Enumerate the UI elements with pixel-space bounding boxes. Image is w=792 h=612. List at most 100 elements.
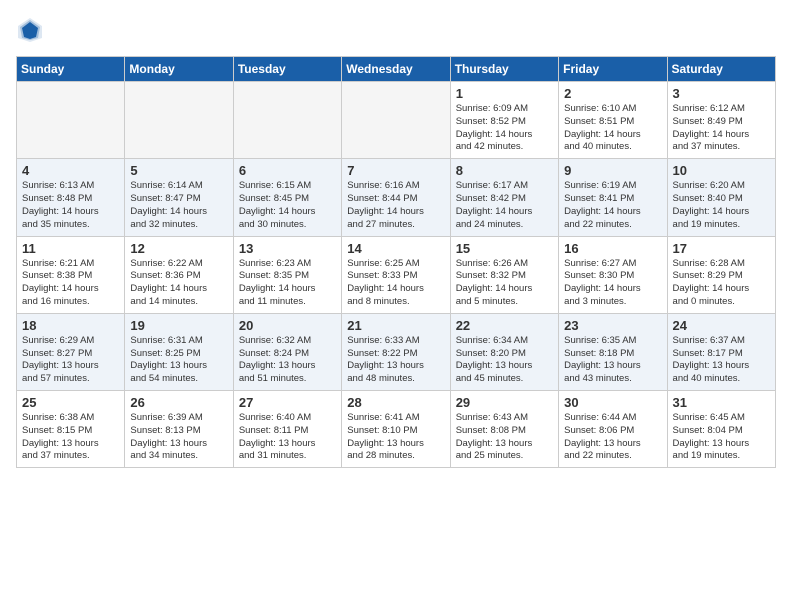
weekday-header-wednesday: Wednesday	[342, 57, 450, 82]
day-number: 29	[456, 395, 553, 410]
calendar-cell: 5 Sunrise: 6:14 AM Sunset: 8:47 PM Daylig…	[125, 159, 233, 236]
day-info: Sunrise: 6:10 AM Sunset: 8:51 PM Dayligh…	[564, 103, 661, 154]
day-info: Sunrise: 6:35 AM Sunset: 8:18 PM Dayligh…	[564, 335, 661, 386]
calendar-cell: 22 Sunrise: 6:34 AM Sunset: 8:20 PM Dayli…	[450, 313, 558, 390]
day-info: Sunrise: 6:13 AM Sunset: 8:48 PM Dayligh…	[22, 180, 119, 231]
day-number: 21	[347, 318, 444, 333]
calendar-cell: 6 Sunrise: 6:15 AM Sunset: 8:45 PM Daylig…	[233, 159, 341, 236]
day-number: 6	[239, 163, 336, 178]
calendar-cell: 25 Sunrise: 6:38 AM Sunset: 8:15 PM Dayli…	[17, 391, 125, 468]
calendar-cell: 9 Sunrise: 6:19 AM Sunset: 8:41 PM Daylig…	[559, 159, 667, 236]
day-info: Sunrise: 6:34 AM Sunset: 8:20 PM Dayligh…	[456, 335, 553, 386]
calendar-cell: 1Sunrise: 6:09 AM Sunset: 8:52 PM Daylig…	[450, 82, 558, 159]
calendar-week-row: 1Sunrise: 6:09 AM Sunset: 8:52 PM Daylig…	[17, 82, 776, 159]
calendar-cell: 2Sunrise: 6:10 AM Sunset: 8:51 PM Daylig…	[559, 82, 667, 159]
day-number: 8	[456, 163, 553, 178]
day-info: Sunrise: 6:22 AM Sunset: 8:36 PM Dayligh…	[130, 258, 227, 309]
day-number: 17	[673, 241, 770, 256]
day-info: Sunrise: 6:43 AM Sunset: 8:08 PM Dayligh…	[456, 412, 553, 463]
calendar-cell: 21 Sunrise: 6:33 AM Sunset: 8:22 PM Dayli…	[342, 313, 450, 390]
calendar-cell: 13 Sunrise: 6:23 AM Sunset: 8:35 PM Dayli…	[233, 236, 341, 313]
calendar-cell	[233, 82, 341, 159]
day-number: 9	[564, 163, 661, 178]
calendar-cell: 19 Sunrise: 6:31 AM Sunset: 8:25 PM Dayli…	[125, 313, 233, 390]
day-info: Sunrise: 6:21 AM Sunset: 8:38 PM Dayligh…	[22, 258, 119, 309]
day-info: Sunrise: 6:09 AM Sunset: 8:52 PM Dayligh…	[456, 103, 553, 154]
weekday-header-saturday: Saturday	[667, 57, 775, 82]
weekday-header-tuesday: Tuesday	[233, 57, 341, 82]
day-number: 19	[130, 318, 227, 333]
calendar-cell: 31 Sunrise: 6:45 AM Sunset: 8:04 PM Dayli…	[667, 391, 775, 468]
day-number: 26	[130, 395, 227, 410]
calendar-cell: 20 Sunrise: 6:32 AM Sunset: 8:24 PM Dayli…	[233, 313, 341, 390]
day-info: Sunrise: 6:29 AM Sunset: 8:27 PM Dayligh…	[22, 335, 119, 386]
calendar-week-row: 25 Sunrise: 6:38 AM Sunset: 8:15 PM Dayli…	[17, 391, 776, 468]
calendar-week-row: 11 Sunrise: 6:21 AM Sunset: 8:38 PM Dayli…	[17, 236, 776, 313]
day-info: Sunrise: 6:16 AM Sunset: 8:44 PM Dayligh…	[347, 180, 444, 231]
calendar: SundayMondayTuesdayWednesdayThursdayFrid…	[16, 56, 776, 468]
day-number: 13	[239, 241, 336, 256]
day-number: 20	[239, 318, 336, 333]
calendar-cell: 28 Sunrise: 6:41 AM Sunset: 8:10 PM Dayli…	[342, 391, 450, 468]
calendar-cell: 23Sunrise: 6:35 AM Sunset: 8:18 PM Dayli…	[559, 313, 667, 390]
calendar-cell: 29 Sunrise: 6:43 AM Sunset: 8:08 PM Dayli…	[450, 391, 558, 468]
day-info: Sunrise: 6:27 AM Sunset: 8:30 PM Dayligh…	[564, 258, 661, 309]
day-number: 5	[130, 163, 227, 178]
day-info: Sunrise: 6:41 AM Sunset: 8:10 PM Dayligh…	[347, 412, 444, 463]
logo	[16, 16, 48, 44]
calendar-cell: 11 Sunrise: 6:21 AM Sunset: 8:38 PM Dayli…	[17, 236, 125, 313]
calendar-cell: 30Sunrise: 6:44 AM Sunset: 8:06 PM Dayli…	[559, 391, 667, 468]
calendar-cell: 17 Sunrise: 6:28 AM Sunset: 8:29 PM Dayli…	[667, 236, 775, 313]
day-number: 30	[564, 395, 661, 410]
day-number: 24	[673, 318, 770, 333]
day-number: 18	[22, 318, 119, 333]
day-number: 16	[564, 241, 661, 256]
calendar-week-row: 4 Sunrise: 6:13 AM Sunset: 8:48 PM Daylig…	[17, 159, 776, 236]
day-info: Sunrise: 6:20 AM Sunset: 8:40 PM Dayligh…	[673, 180, 770, 231]
day-number: 4	[22, 163, 119, 178]
day-info: Sunrise: 6:14 AM Sunset: 8:47 PM Dayligh…	[130, 180, 227, 231]
logo-icon	[16, 16, 44, 44]
calendar-cell: 16 Sunrise: 6:27 AM Sunset: 8:30 PM Dayli…	[559, 236, 667, 313]
calendar-cell: 8Sunrise: 6:17 AM Sunset: 8:42 PM Daylig…	[450, 159, 558, 236]
day-number: 28	[347, 395, 444, 410]
calendar-cell: 24Sunrise: 6:37 AM Sunset: 8:17 PM Dayli…	[667, 313, 775, 390]
weekday-header-sunday: Sunday	[17, 57, 125, 82]
day-info: Sunrise: 6:32 AM Sunset: 8:24 PM Dayligh…	[239, 335, 336, 386]
day-number: 15	[456, 241, 553, 256]
weekday-header-friday: Friday	[559, 57, 667, 82]
day-info: Sunrise: 6:26 AM Sunset: 8:32 PM Dayligh…	[456, 258, 553, 309]
day-info: Sunrise: 6:45 AM Sunset: 8:04 PM Dayligh…	[673, 412, 770, 463]
day-number: 25	[22, 395, 119, 410]
weekday-header-monday: Monday	[125, 57, 233, 82]
calendar-cell: 27 Sunrise: 6:40 AM Sunset: 8:11 PM Dayli…	[233, 391, 341, 468]
day-number: 12	[130, 241, 227, 256]
calendar-cell: 26 Sunrise: 6:39 AM Sunset: 8:13 PM Dayli…	[125, 391, 233, 468]
calendar-cell: 3Sunrise: 6:12 AM Sunset: 8:49 PM Daylig…	[667, 82, 775, 159]
day-info: Sunrise: 6:25 AM Sunset: 8:33 PM Dayligh…	[347, 258, 444, 309]
day-info: Sunrise: 6:39 AM Sunset: 8:13 PM Dayligh…	[130, 412, 227, 463]
calendar-cell	[17, 82, 125, 159]
day-info: Sunrise: 6:33 AM Sunset: 8:22 PM Dayligh…	[347, 335, 444, 386]
day-info: Sunrise: 6:15 AM Sunset: 8:45 PM Dayligh…	[239, 180, 336, 231]
day-info: Sunrise: 6:38 AM Sunset: 8:15 PM Dayligh…	[22, 412, 119, 463]
day-number: 27	[239, 395, 336, 410]
calendar-cell: 18 Sunrise: 6:29 AM Sunset: 8:27 PM Dayli…	[17, 313, 125, 390]
weekday-header-thursday: Thursday	[450, 57, 558, 82]
calendar-cell: 15 Sunrise: 6:26 AM Sunset: 8:32 PM Dayli…	[450, 236, 558, 313]
day-number: 7	[347, 163, 444, 178]
calendar-cell	[125, 82, 233, 159]
day-info: Sunrise: 6:40 AM Sunset: 8:11 PM Dayligh…	[239, 412, 336, 463]
day-info: Sunrise: 6:28 AM Sunset: 8:29 PM Dayligh…	[673, 258, 770, 309]
calendar-cell: 12 Sunrise: 6:22 AM Sunset: 8:36 PM Dayli…	[125, 236, 233, 313]
day-number: 11	[22, 241, 119, 256]
weekday-header-row: SundayMondayTuesdayWednesdayThursdayFrid…	[17, 57, 776, 82]
calendar-week-row: 18 Sunrise: 6:29 AM Sunset: 8:27 PM Dayli…	[17, 313, 776, 390]
day-info: Sunrise: 6:19 AM Sunset: 8:41 PM Dayligh…	[564, 180, 661, 231]
day-number: 31	[673, 395, 770, 410]
calendar-cell: 14Sunrise: 6:25 AM Sunset: 8:33 PM Dayli…	[342, 236, 450, 313]
day-info: Sunrise: 6:23 AM Sunset: 8:35 PM Dayligh…	[239, 258, 336, 309]
day-info: Sunrise: 6:31 AM Sunset: 8:25 PM Dayligh…	[130, 335, 227, 386]
day-number: 22	[456, 318, 553, 333]
day-number: 10	[673, 163, 770, 178]
